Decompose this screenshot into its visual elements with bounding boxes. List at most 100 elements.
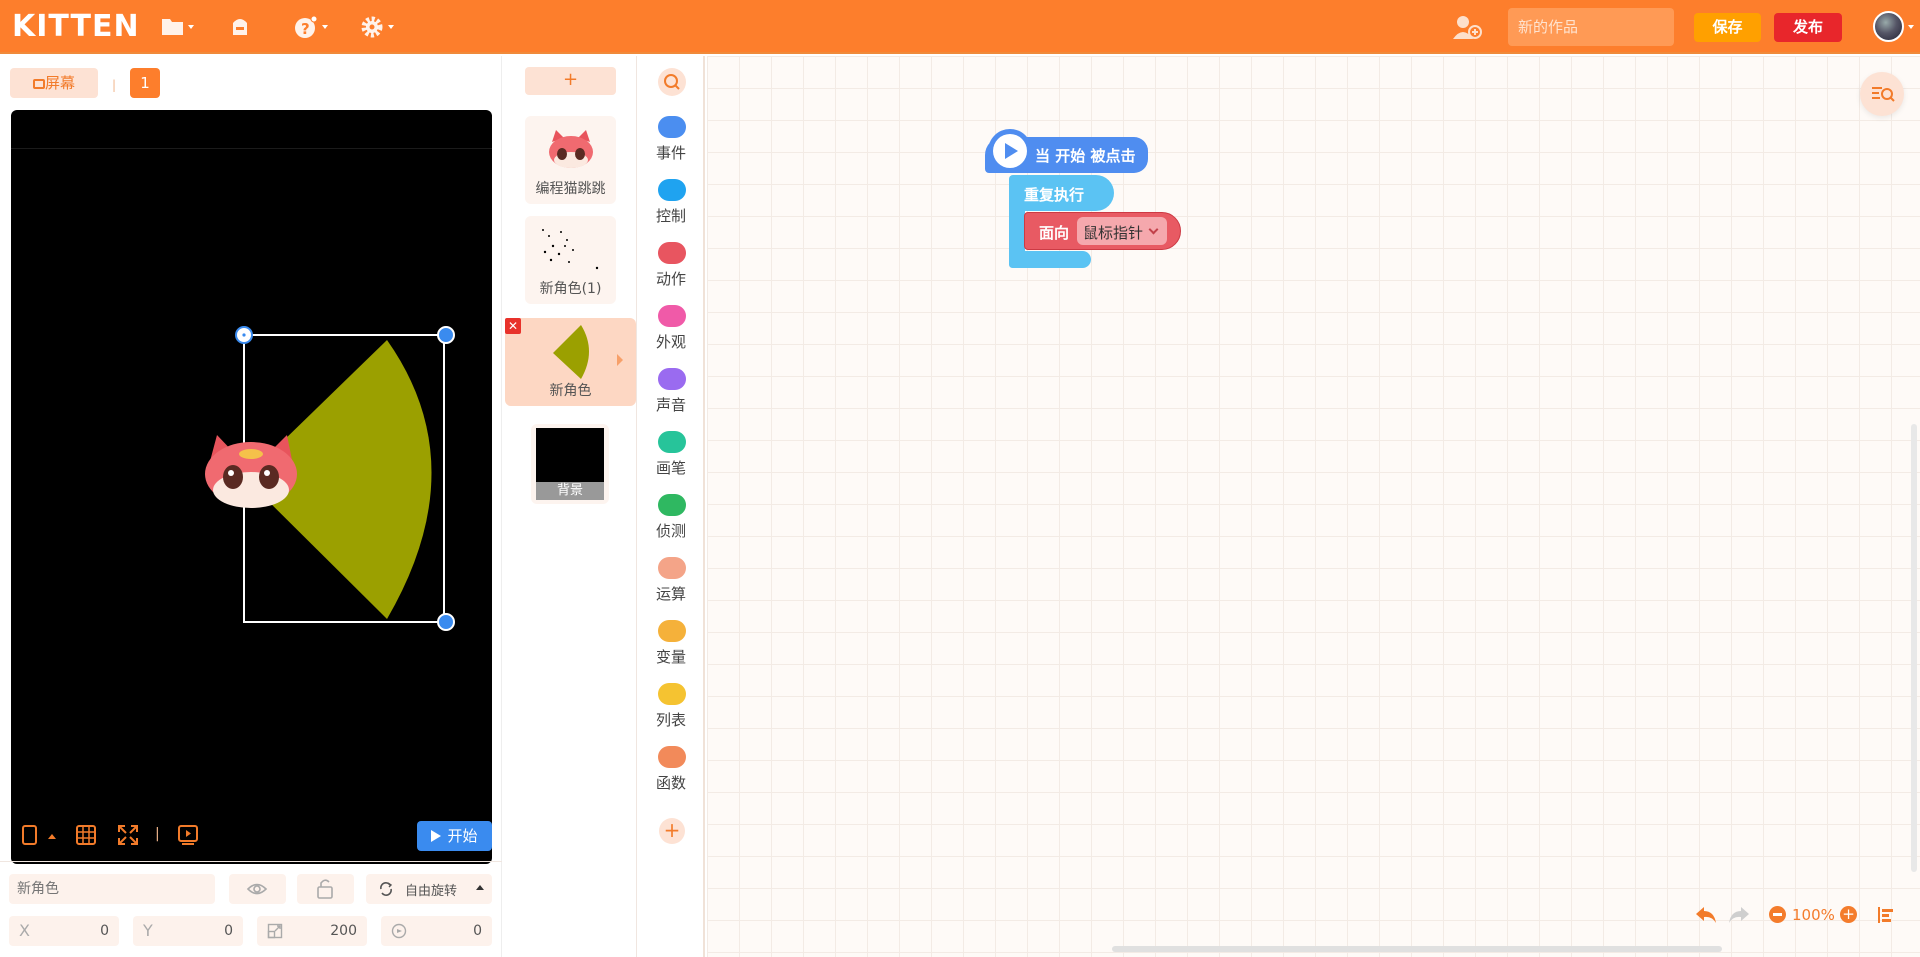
project-title-input[interactable] <box>1508 8 1674 46</box>
more-handle-dots <box>242 333 246 337</box>
screen-button[interactable]: 屏幕 <box>10 68 98 98</box>
screen-button-label: 屏幕 <box>44 74 75 92</box>
help-menu-button[interactable]: ? <box>294 15 328 39</box>
save-button[interactable]: 保存 <box>1694 13 1761 42</box>
phone-frame-icon[interactable] <box>17 823 41 847</box>
app-logo: KITTEN <box>12 9 140 44</box>
background-card[interactable]: 背景 <box>531 424 609 504</box>
screen-tab[interactable]: 1 <box>130 68 160 98</box>
start-button[interactable]: 开始 <box>417 821 492 851</box>
stage-canvas[interactable] <box>11 110 492 864</box>
horizontal-scrollbar[interactable] <box>1112 946 1722 952</box>
category-pen[interactable]: 画笔 <box>637 431 705 491</box>
category-label: 画笔 <box>655 459 686 477</box>
rotate-handle <box>437 326 455 344</box>
divider <box>0 861 502 862</box>
category-label: 控制 <box>655 207 686 225</box>
undo-icon[interactable] <box>1694 904 1718 926</box>
category-control[interactable]: 控制 <box>637 179 705 239</box>
video-play-icon[interactable] <box>176 823 200 847</box>
redo-icon[interactable] <box>1727 904 1751 926</box>
chevron-right-icon[interactable] <box>617 354 623 366</box>
fullscreen-icon[interactable] <box>116 823 140 847</box>
grid-icon[interactable] <box>74 823 98 847</box>
search-icon <box>664 74 680 90</box>
add-sprite-button[interactable]: + <box>525 67 616 95</box>
chevron-down-icon[interactable] <box>1908 25 1914 29</box>
resize-icon <box>267 923 283 939</box>
zoom-in-button[interactable]: + <box>1840 906 1857 923</box>
chevron-down-icon <box>188 25 194 29</box>
gamepad-icon <box>658 179 686 201</box>
direction-field[interactable]: 0 <box>381 916 492 946</box>
top-bar: KITTEN ? 保存 发布 <box>0 0 1920 54</box>
svg-text:?: ? <box>301 20 310 38</box>
size-field[interactable]: 200 <box>257 916 367 946</box>
category-looks[interactable]: 外观 <box>637 305 705 365</box>
size-value: 200 <box>330 923 357 939</box>
list-search-icon <box>1872 87 1895 102</box>
variable-icon <box>658 620 686 642</box>
repeat-forever-label: 重复执行 <box>1024 186 1085 204</box>
backpack-button[interactable] <box>228 15 262 39</box>
file-menu-button[interactable] <box>160 15 194 39</box>
code-workspace[interactable] <box>707 56 1920 957</box>
sprite-name: 新角色(1) <box>539 281 602 297</box>
category-functions[interactable]: 函数 <box>637 746 705 806</box>
block-category-palette: 事件控制动作外观声音画笔侦测运算变量 列表 函数 + <box>637 56 705 957</box>
direction-value: 0 <box>473 923 482 939</box>
sprite-name: 编程猫跳跳 <box>535 181 606 197</box>
sprite-card[interactable]: 新角色(1) <box>525 216 616 304</box>
chevron-down-icon <box>322 25 328 29</box>
gear-icon <box>361 16 383 38</box>
x-label: X <box>19 921 30 940</box>
sprite-name-field[interactable] <box>9 874 215 904</box>
category-variables[interactable]: 变量 <box>637 620 705 680</box>
robot-icon <box>658 242 686 264</box>
delete-sprite-icon[interactable]: ✕ <box>505 318 521 334</box>
fan-thumbnail <box>553 325 589 379</box>
rotate-icon <box>380 882 393 896</box>
help-icon: ? <box>295 15 318 38</box>
rotation-mode-label: 自由旋转 <box>405 884 458 899</box>
category-motion[interactable]: 动作 <box>637 242 705 302</box>
category-event[interactable]: 事件 <box>637 116 705 176</box>
vertical-scrollbar[interactable] <box>1911 424 1917 872</box>
settings-menu-button[interactable] <box>360 15 394 39</box>
play-icon <box>993 134 1027 168</box>
eye-icon <box>246 883 268 895</box>
publish-button[interactable]: 发布 <box>1774 13 1842 42</box>
chevron-up-icon <box>476 885 484 890</box>
block-search-button[interactable] <box>658 68 686 96</box>
visibility-toggle[interactable] <box>229 874 286 904</box>
zoom-out-button[interactable] <box>1769 906 1786 923</box>
x-field[interactable]: X 0 <box>9 916 119 946</box>
y-label: Y <box>143 921 153 940</box>
scale-handle <box>437 613 455 631</box>
add-collaborator-button[interactable] <box>1452 13 1482 41</box>
add-extension-button[interactable]: + <box>659 818 685 844</box>
start-button-label: 开始 <box>447 827 478 845</box>
sprite-card[interactable]: 编程猫跳跳 <box>525 116 616 204</box>
direction-icon <box>391 923 407 939</box>
stage-drawing <box>205 326 455 631</box>
cat-sprite <box>205 435 297 508</box>
category-sound[interactable]: 声音 <box>637 368 705 428</box>
backpack-icon <box>233 19 247 35</box>
category-lists[interactable]: 列表 <box>637 683 705 743</box>
zoom-level: 100% <box>1792 906 1835 924</box>
workspace-search-button[interactable] <box>1860 72 1904 116</box>
folder-icon <box>162 19 183 35</box>
lock-toggle[interactable] <box>297 874 354 904</box>
align-blocks-icon[interactable] <box>1877 906 1895 924</box>
category-operators[interactable]: 运算 <box>637 557 705 617</box>
chevron-up-icon[interactable] <box>48 834 56 839</box>
avatar[interactable] <box>1873 11 1904 42</box>
category-label: 运算 <box>655 585 686 603</box>
user-add-icon <box>1453 16 1482 39</box>
point-towards-label: 面向 <box>1039 224 1070 242</box>
play-icon <box>431 830 442 842</box>
category-label: 外观 <box>655 333 686 351</box>
category-sensing[interactable]: 侦测 <box>637 494 705 554</box>
y-field[interactable]: Y 0 <box>133 916 243 946</box>
